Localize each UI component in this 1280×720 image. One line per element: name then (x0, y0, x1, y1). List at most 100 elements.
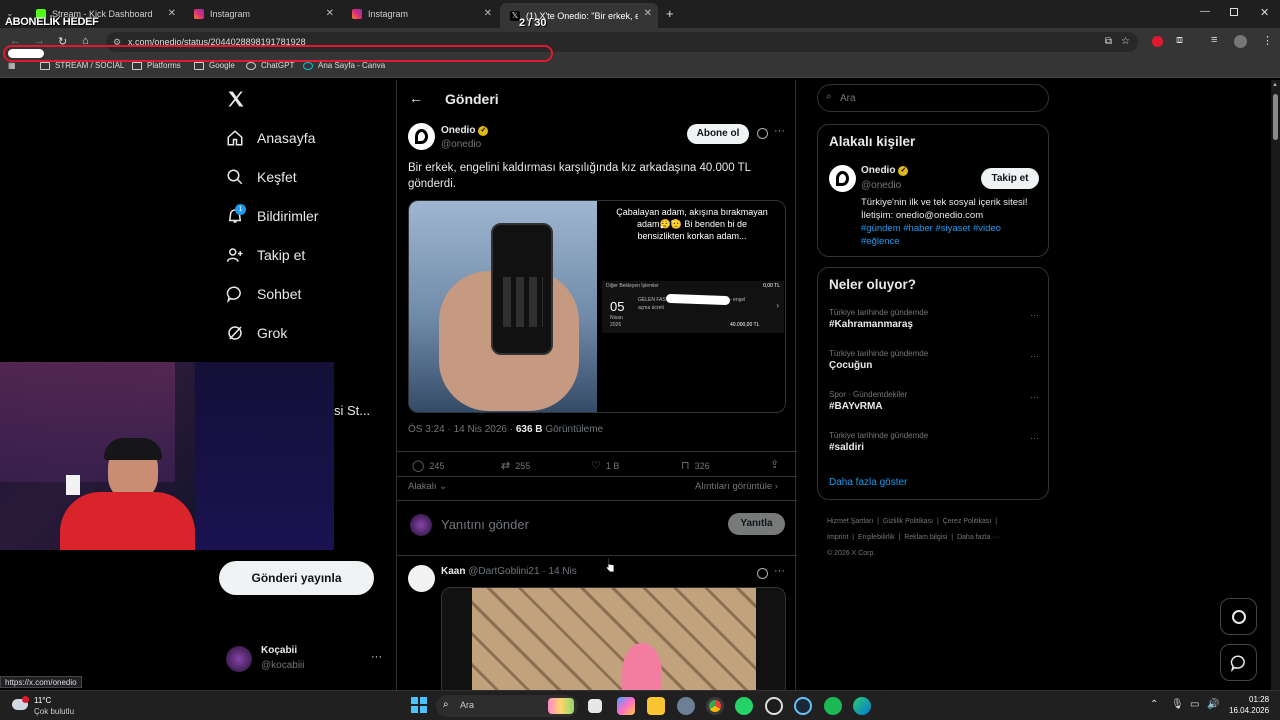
maximize-button[interactable] (1230, 8, 1238, 16)
close-icon[interactable]: ✕ (644, 8, 652, 19)
reply-author-name[interactable]: Kaan (441, 566, 465, 577)
spotify-icon[interactable] (824, 697, 842, 715)
post-media[interactable]: Çabalayan adam, akışına bırakmayan adam😮… (408, 200, 786, 413)
bookmark-google[interactable]: Google (194, 61, 235, 70)
scrollbar-thumb[interactable] (1273, 94, 1278, 140)
volume-icon[interactable]: 🔊 (1207, 699, 1219, 710)
nav-chat[interactable]: Sohbet (226, 285, 301, 303)
share-icon[interactable]: ⇪ (770, 458, 779, 471)
search-box[interactable]: ⌕ Ara (817, 84, 1049, 112)
reply-input[interactable]: Yanıtını gönder (441, 517, 529, 532)
grok-float-button[interactable] (1220, 598, 1257, 635)
bookmark-stream-social[interactable]: STREAM / SOCIAL (40, 61, 124, 70)
copilot-icon[interactable] (617, 697, 635, 715)
grok-icon[interactable] (757, 568, 768, 579)
reply-avatar[interactable] (408, 565, 435, 592)
footer-link[interactable]: Hizmet Şartları (827, 518, 873, 525)
apps-grid-icon[interactable]: ▦ (8, 61, 16, 70)
windows-start-button[interactable] (411, 697, 427, 713)
bookmark-star-icon[interactable]: ☆ (1121, 32, 1130, 52)
like-stat[interactable]: ♡ 1 B (591, 459, 619, 472)
new-tab-button[interactable]: + (666, 6, 674, 21)
reply-media[interactable] (441, 587, 786, 697)
grok-icon[interactable] (757, 128, 768, 139)
microphone-icon[interactable]: 🎙 (1171, 699, 1184, 710)
view-quotes-link[interactable]: Alıntıları görüntüle › (695, 481, 778, 492)
window-close-button[interactable]: ✕ (1260, 6, 1269, 19)
reading-list-icon[interactable]: ≡ (1211, 34, 1217, 46)
follow-button[interactable]: Takip et (981, 168, 1039, 189)
clock-date[interactable]: 16.04.2026 (1229, 706, 1269, 715)
person-avatar[interactable] (829, 165, 856, 192)
menu-kebab-icon[interactable]: ⋮ (1262, 34, 1273, 47)
network-icon[interactable]: ▭ (1190, 699, 1199, 710)
footer-link[interactable]: Gizlilik Politikası (883, 518, 933, 525)
more-icon[interactable]: ··· (774, 125, 785, 137)
reply-stat[interactable]: ◯ 245 (412, 459, 444, 472)
back-arrow-icon[interactable]: ← (409, 90, 423, 106)
weather-widget[interactable]: 11°C Çok bulutlu (12, 694, 102, 718)
chrome-icon[interactable] (706, 697, 724, 715)
relevant-sort-dropdown[interactable]: Alakalı ⌄ (408, 481, 447, 492)
extensions-puzzle-icon[interactable]: ⧈ (1176, 34, 1183, 47)
close-icon[interactable]: ✕ (484, 8, 492, 19)
person-tags[interactable]: #gündem #haber #siyaset #video #eğlence (861, 222, 1041, 248)
nav-follow[interactable]: Takip et (226, 246, 305, 264)
close-icon[interactable]: ✕ (326, 8, 334, 19)
reply-button[interactable]: Yanıtla (728, 513, 785, 535)
tray-chevron-up-icon[interactable]: ⌃ (1150, 699, 1158, 710)
subscribe-button[interactable]: Abone ol (687, 124, 749, 144)
close-icon[interactable]: ✕ (168, 8, 176, 19)
tab-instagram-1[interactable]: Instagram ✕ (184, 3, 340, 25)
minimize-button[interactable]: — (1200, 6, 1210, 17)
author-avatar[interactable] (408, 123, 435, 150)
footer-link[interactable]: Erişilebilirlik (858, 534, 895, 541)
obs-icon[interactable] (765, 697, 783, 715)
trend-item[interactable]: Türkiye tarihinde gündemde #saldiri ··· (829, 431, 1039, 453)
nav-notifications[interactable]: Bildirimler 1 (226, 204, 318, 225)
x-logo-icon[interactable] (226, 89, 246, 109)
task-view-icon[interactable] (588, 699, 602, 713)
extension-red-icon[interactable] (1152, 36, 1163, 47)
taskbar-search[interactable]: ⌕ Ara (436, 695, 578, 717)
trend-item[interactable]: Türkiye tarihinde gündemde #Kahramanmara… (829, 308, 1039, 330)
show-more-link[interactable]: Daha fazla göster (829, 477, 907, 488)
reply-author-handle[interactable]: @DartGoblini21 (468, 566, 539, 577)
more-icon[interactable]: ··· (1030, 310, 1039, 320)
trend-item[interactable]: Türkiye tarihinde gündemde Çocuğun ··· (829, 349, 1039, 371)
steam-icon[interactable] (794, 697, 812, 715)
bookmark-chatgpt[interactable]: ChatGPT (246, 61, 294, 70)
footer-link[interactable]: Çerez Politikası (943, 518, 992, 525)
profile-avatar-icon[interactable] (1234, 35, 1247, 48)
nav-home[interactable]: Anasayfa (226, 129, 315, 147)
nav-explore[interactable]: Keşfet (226, 168, 297, 186)
edge-icon[interactable] (853, 697, 871, 715)
person-handle[interactable]: @onedio (861, 180, 901, 191)
footer-link[interactable]: Imprint (827, 534, 848, 541)
bookmark-stat[interactable]: ⊓ 326 (681, 459, 710, 472)
scrollbar-up-arrow[interactable]: ▲ (1272, 82, 1278, 88)
person-name[interactable]: Onedio ✓ (861, 165, 909, 176)
more-icon[interactable]: ··· (1030, 392, 1039, 402)
more-icon[interactable]: ··· (774, 565, 785, 577)
nav-grok[interactable]: Grok (226, 324, 287, 342)
repost-stat[interactable]: ⇄ 255 (501, 459, 530, 472)
file-explorer-icon[interactable] (647, 697, 665, 715)
footer-link[interactable]: Reklam bilgisi (904, 534, 947, 541)
author-handle[interactable]: @onedio (441, 139, 481, 150)
trend-item[interactable]: Spor · Gündemdekiler #BAYvRMA ··· (829, 390, 1039, 412)
account-switcher[interactable]: Koçabii @kocabiii ··· (226, 643, 386, 675)
more-icon[interactable]: ··· (1030, 433, 1039, 443)
settings-gear-icon[interactable] (677, 697, 695, 715)
footer-link[interactable]: Daha fazla ··· (957, 534, 999, 541)
more-icon[interactable]: ··· (1030, 351, 1039, 361)
whatsapp-icon[interactable] (735, 697, 753, 715)
more-icon[interactable]: ··· (371, 651, 382, 663)
messages-float-button[interactable] (1220, 644, 1257, 681)
tab-instagram-2[interactable]: Instagram ✕ (342, 3, 498, 25)
bookmark-platforms[interactable]: Platforms (132, 61, 181, 70)
page-scrollbar[interactable]: ▲ (1271, 80, 1280, 690)
bookmark-canva[interactable]: Ana Sayfa - Canva (303, 61, 385, 70)
post-button[interactable]: Gönderi yayınla (219, 561, 374, 595)
install-app-icon[interactable]: ⧉ (1105, 32, 1112, 52)
